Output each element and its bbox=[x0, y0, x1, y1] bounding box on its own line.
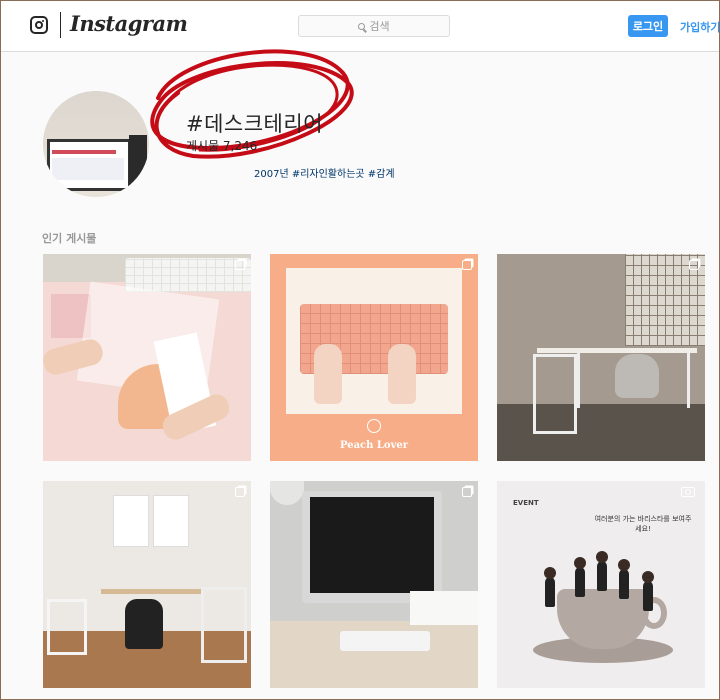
search-placeholder: 검색 bbox=[369, 20, 390, 33]
video-icon bbox=[681, 487, 695, 497]
post-tile-3[interactable] bbox=[497, 254, 705, 461]
event-copy: 여러분의 가는 바리스타를 보여주세요! bbox=[594, 515, 692, 533]
multi-photo-icon bbox=[462, 260, 472, 270]
hashtag-avatar bbox=[43, 91, 149, 197]
peach-lover-caption: Peach Lover bbox=[339, 440, 409, 451]
post-tile-2[interactable]: Peach Lover bbox=[270, 254, 478, 461]
instagram-wordmark[interactable]: Instagram bbox=[70, 11, 188, 36]
signup-link[interactable]: 가입하기 bbox=[680, 19, 720, 35]
top-nav: Instagram 검색 로그인 가입하기 bbox=[0, 0, 720, 52]
instagram-glyph-icon[interactable] bbox=[30, 16, 48, 34]
chair-image bbox=[125, 599, 163, 649]
post-tile-4[interactable] bbox=[43, 481, 251, 688]
multi-photo-icon bbox=[235, 260, 245, 270]
multi-photo-icon bbox=[689, 260, 699, 270]
search-icon bbox=[358, 22, 366, 30]
multi-photo-icon bbox=[235, 487, 245, 497]
peach-icon bbox=[367, 419, 381, 433]
keyboard-image bbox=[125, 258, 251, 292]
chair-image bbox=[615, 354, 659, 398]
hashtag-title: #데스크테리어 bbox=[186, 112, 324, 136]
post-tile-1[interactable] bbox=[43, 254, 251, 461]
top-posts-label: 인기 게시물 bbox=[42, 232, 97, 245]
post-count: 게시물 7,246 bbox=[186, 139, 258, 153]
event-label: EVENT bbox=[513, 499, 539, 507]
post-tile-5[interactable] bbox=[270, 481, 478, 688]
login-button[interactable]: 로그인 bbox=[628, 15, 668, 37]
related-hashtags[interactable]: 2007년 #리자인활하는곳 #감계 bbox=[254, 165, 395, 180]
post-tile-6[interactable]: EVENT 여러분의 가는 바리스타를 보여주세요! bbox=[497, 481, 705, 688]
search-input[interactable]: 검색 bbox=[298, 15, 450, 37]
multi-photo-icon bbox=[462, 487, 472, 497]
logo-divider bbox=[60, 12, 61, 38]
